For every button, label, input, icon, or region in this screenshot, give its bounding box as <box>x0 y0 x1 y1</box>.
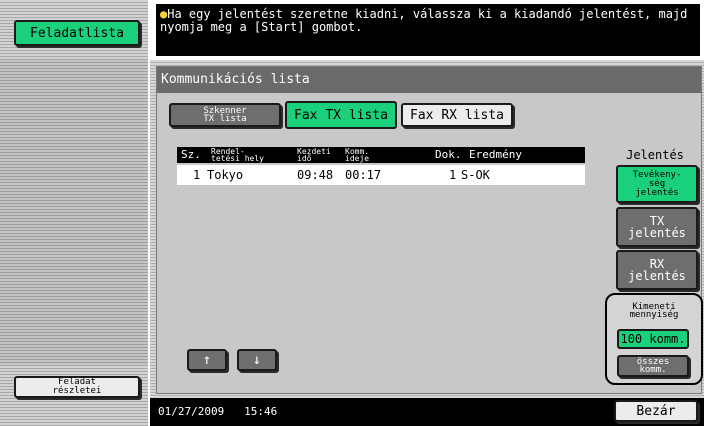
quantity-all-button[interactable]: összes komm. <box>617 355 689 377</box>
cell-destination: Tokyo <box>207 168 244 182</box>
panel-title: Kommunikációs lista <box>157 67 701 93</box>
tabs-bar: Szkenner TX lista Fax TX lista Fax RX li… <box>169 101 689 131</box>
tab-scanner-tx-list[interactable]: Szkenner TX lista <box>169 103 281 127</box>
col-destination: Rendel- tetési hely <box>211 147 264 163</box>
tab-fax-tx-list[interactable]: Fax TX lista <box>285 101 397 129</box>
instruction-message: ●Ha egy jelentést szeretne kiadni, válas… <box>156 4 700 56</box>
arrow-up-icon: ↑ <box>202 352 212 368</box>
quantity-all-label: összes komm. <box>636 357 670 375</box>
arrow-down-icon: ↓ <box>252 352 262 368</box>
tab-fax-rx-list[interactable]: Fax RX lista <box>401 103 513 127</box>
col-start-time: Kezdeti idő <box>297 147 331 163</box>
col-duration: Komm. ideje <box>345 147 370 163</box>
communication-list-panel: Kommunikációs lista Szkenner TX lista Fa… <box>156 66 703 394</box>
quantity-100-button[interactable]: 100 komm. <box>617 329 689 349</box>
scroll-up-button[interactable]: ↑ <box>187 349 227 371</box>
tx-report-button[interactable]: TX jelentés <box>616 207 698 247</box>
tx-report-label: TX jelentés <box>628 214 686 240</box>
cell-duration: 00:17 <box>345 168 382 182</box>
left-sidebar <box>0 0 148 426</box>
col-number: Sz. <box>181 148 201 161</box>
tab-scanner-label: Szkenner TX lista <box>203 106 247 124</box>
table-row[interactable]: 1 Tokyo 09:48 00:17 1 S-OK <box>177 165 585 185</box>
table-header: Sz. Rendel- tetési hely Kezdeti idő Komm… <box>177 147 585 163</box>
task-details-label: Feladat részletei <box>52 377 102 396</box>
rx-report-button[interactable]: RX jelentés <box>616 250 698 290</box>
cell-start-time: 09:48 <box>297 168 334 182</box>
instruction-text: Ha egy jelentést szeretne kiadni, válass… <box>160 7 688 34</box>
datetime: 01/27/2009 15:46 <box>158 405 278 418</box>
task-details-button[interactable]: Feladat részletei <box>14 376 140 398</box>
cell-number: 1 <box>193 168 201 182</box>
cell-result: S-OK <box>461 168 490 182</box>
rx-report-label: RX jelentés <box>628 257 686 283</box>
history-table: Sz. Rendel- tetési hely Kezdeti idő Komm… <box>177 147 585 185</box>
close-button[interactable]: Bezár <box>614 400 698 422</box>
activity-report-label: Tevékeny- ség jelentés <box>632 169 682 198</box>
report-header: Jelentés <box>626 148 684 162</box>
cell-documents: 1 <box>449 168 457 182</box>
activity-report-button[interactable]: Tevékeny- ség jelentés <box>616 165 698 203</box>
output-quantity-label: Kimeneti mennyiség <box>629 302 679 320</box>
output-quantity-box: Kimeneti mennyiség 100 komm. összes komm… <box>605 293 703 385</box>
col-result: Eredmény <box>469 148 522 161</box>
col-documents: Dok. <box>435 148 462 161</box>
scroll-down-button[interactable]: ↓ <box>237 349 277 371</box>
task-list-button[interactable]: Feladatlista <box>14 20 140 46</box>
